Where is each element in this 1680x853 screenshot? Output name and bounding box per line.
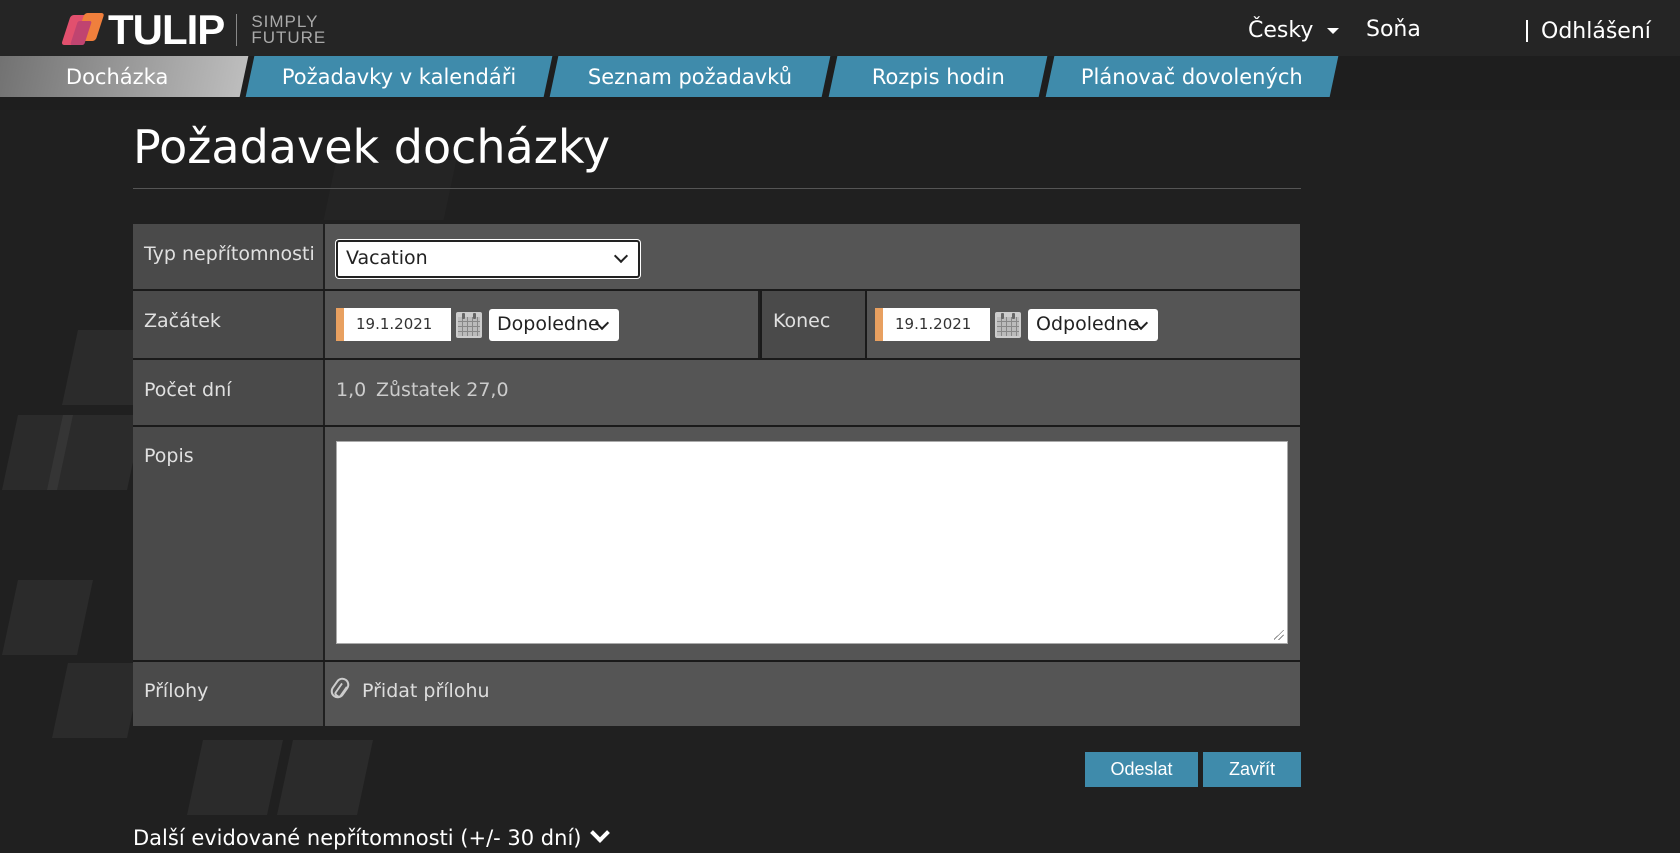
attachments-label: Přílohy <box>144 680 209 702</box>
start-half-select[interactable]: Dopoledne <box>489 309 619 341</box>
tab-label: Docházka <box>65 64 169 89</box>
end-half-select[interactable]: Odpoledne <box>1028 309 1158 341</box>
description-textarea[interactable] <box>336 441 1288 644</box>
tab-label: Seznam požadavků <box>587 64 793 89</box>
start-label-cell: Začátek <box>133 291 323 358</box>
close-button[interactable]: Zavřít <box>1203 752 1301 787</box>
other-absences-toggle[interactable]: Další evidované nepřítomnosti (+/- 30 dn… <box>133 823 611 850</box>
tab-label: Rozpis hodin <box>871 64 1005 89</box>
tab-dochazka[interactable]: Docházka <box>0 56 249 97</box>
days-balance: Zůstatek 27,0 <box>376 379 509 401</box>
end-date-input[interactable]: 19.1.2021 <box>875 308 990 341</box>
days-row: Počet dní <box>133 360 1300 425</box>
resize-grip-icon[interactable] <box>1274 630 1284 640</box>
start-date-input[interactable]: 19.1.2021 <box>336 308 451 341</box>
title-divider <box>133 188 1301 189</box>
logout-link[interactable]: Odhlášení <box>1541 19 1651 44</box>
absence-type-label: Typ nepřítomnosti <box>144 243 315 265</box>
page-title: Požadavek docházky <box>133 120 611 174</box>
top-bar: TULIP SIMPLY FUTURE Česky Soňa Odhlášení <box>0 0 1680 56</box>
logout-divider <box>1526 20 1528 42</box>
absence-type-select[interactable]: Vacation <box>336 240 640 278</box>
tulip-logo-icon <box>61 11 105 49</box>
language-selector[interactable]: Česky <box>1248 18 1313 43</box>
logo-tagline: SIMPLY FUTURE <box>251 13 327 47</box>
chevron-down-icon <box>590 823 611 843</box>
background-shape <box>52 663 143 738</box>
tab-rozpis-hodin[interactable]: Rozpis hodin <box>828 56 1048 97</box>
end-date-value: 19.1.2021 <box>895 315 972 333</box>
background-shape <box>277 740 373 815</box>
start-date-value: 19.1.2021 <box>356 315 433 333</box>
user-name[interactable]: Soňa <box>1366 17 1421 42</box>
days-count: 1,0 <box>336 379 367 401</box>
add-attachment-link[interactable]: Přidat přílohu <box>362 680 490 702</box>
background-shape <box>2 580 93 655</box>
end-label: Konec <box>773 310 831 332</box>
tab-pozadavky-v-kalendari[interactable]: Požadavky v kalendáři <box>245 56 553 97</box>
days-label: Počet dní <box>144 379 232 401</box>
tab-label: Požadavky v kalendáři <box>281 64 517 89</box>
description-label: Popis <box>144 445 194 467</box>
caret-down-icon[interactable] <box>1327 28 1339 34</box>
absence-type-row: Typ nepřítomnosti <box>133 224 1300 289</box>
calendar-icon[interactable] <box>456 312 482 338</box>
chevron-down-icon <box>613 248 629 264</box>
logo-divider <box>236 14 238 46</box>
submit-button[interactable]: Odeslat <box>1085 752 1198 787</box>
logo-word: TULIP <box>108 6 225 53</box>
end-half-value: Odpoledne <box>1036 313 1140 335</box>
absence-type-value: Vacation <box>346 247 428 269</box>
days-label-cell: Počet dní <box>133 360 323 425</box>
tab-planovac-dovolenych[interactable]: Plánovač dovolených <box>1045 56 1339 97</box>
logo-tagline-line2: FUTURE <box>251 28 327 47</box>
other-absences-label: Další evidované nepřítomnosti (+/- 30 dn… <box>133 826 582 850</box>
attachments-label-cell: Přílohy <box>133 662 323 726</box>
description-label-cell: Popis <box>133 427 323 660</box>
background-shape <box>47 415 143 490</box>
absence-type-label-cell: Typ nepřítomnosti <box>133 224 323 289</box>
tab-seznam-pozadavku[interactable]: Seznam požadavků <box>549 56 831 97</box>
tulip-logo[interactable]: TULIP SIMPLY FUTURE <box>61 6 327 53</box>
attachments-row: Přílohy <box>133 662 1300 726</box>
background-shape <box>187 740 283 815</box>
start-label: Začátek <box>144 310 221 332</box>
calendar-icon[interactable] <box>995 312 1021 338</box>
main-nav: Docházka Požadavky v kalendáři Seznam po… <box>0 56 1680 110</box>
start-half-value: Dopoledne <box>497 313 600 335</box>
end-label-cell: Konec <box>762 291 865 358</box>
tab-label: Plánovač dovolených <box>1081 64 1303 89</box>
